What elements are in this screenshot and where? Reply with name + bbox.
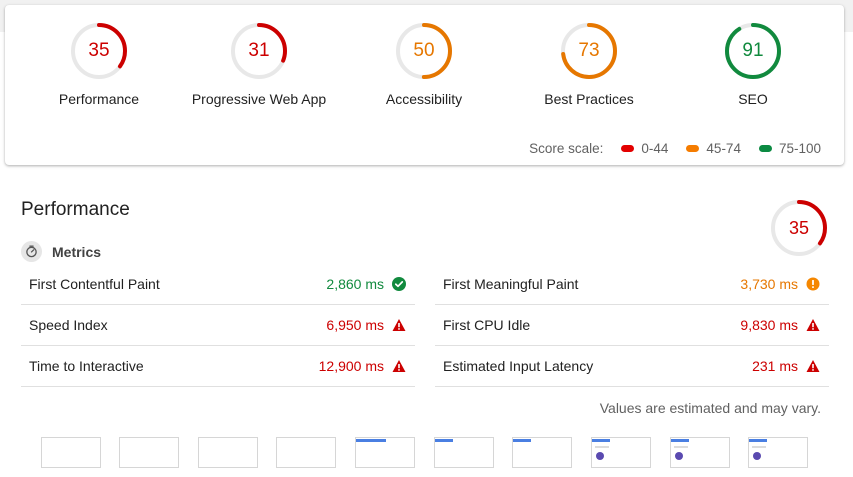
metric-name: Estimated Input Latency <box>443 358 594 374</box>
scale-range-text: 0-44 <box>641 141 669 156</box>
score-gauges: 35 Performance 31 Progressive Web App 50… <box>5 21 844 121</box>
gauge-label: Best Practices <box>544 91 634 107</box>
stopwatch-icon <box>21 241 42 262</box>
gauge-label: SEO <box>738 91 768 107</box>
metric-name: Time to Interactive <box>29 358 144 374</box>
warning-triangle-icon <box>392 360 406 372</box>
gauge-score: 31 <box>248 40 270 61</box>
metric-first-contentful-paint: First Contentful Paint 2,860 ms <box>21 264 415 305</box>
metric-value-group: 9,830 ms <box>740 317 820 333</box>
gauge-pwa[interactable]: 31 Progressive Web App <box>179 21 339 121</box>
gauge-seo[interactable]: 91 SEO <box>673 21 833 121</box>
filmstrip-frame[interactable] <box>748 437 808 468</box>
metric-value: 6,950 ms <box>326 317 384 333</box>
performance-score-gauge: 35 <box>769 198 829 258</box>
filmstrip-frame[interactable] <box>434 437 494 468</box>
warning-triangle-icon <box>806 319 820 331</box>
metric-name: First Contentful Paint <box>29 276 160 292</box>
score-scale-pass: 75-100 <box>758 141 821 156</box>
scale-dot-icon <box>686 145 700 152</box>
metric-value-group: 6,950 ms <box>326 317 406 333</box>
score-scale-fail: 0-44 <box>621 141 668 156</box>
metric-value-group: 2,860 ms <box>326 276 406 292</box>
gauge-ring: 35 <box>69 21 129 81</box>
metrics-header: Metrics <box>21 241 101 262</box>
metric-value: 3,730 ms <box>740 276 798 292</box>
filmstrip-frame[interactable] <box>591 437 651 468</box>
score-summary-card: 35 Performance 31 Progressive Web App 50… <box>5 5 844 165</box>
gauge-score: 50 <box>413 40 435 61</box>
metric-time-to-interactive: Time to Interactive 12,900 ms <box>21 346 415 387</box>
performance-section-title: Performance <box>21 199 130 220</box>
gauge-best-practices[interactable]: 73 Best Practices <box>509 21 669 121</box>
filmstrip-frame[interactable] <box>276 437 336 468</box>
scale-range-text: 45-74 <box>706 141 741 156</box>
filmstrip-frame[interactable] <box>670 437 730 468</box>
gauge-score: 35 <box>88 40 110 61</box>
gauge-score: 91 <box>742 40 764 61</box>
gauge-performance[interactable]: 35 Performance <box>19 21 179 121</box>
estimate-disclaimer: Values are estimated and may vary. <box>599 400 821 416</box>
gauge-ring: 73 <box>559 21 619 81</box>
metric-value-group: 231 ms <box>752 358 820 374</box>
filmstrip-frame[interactable] <box>119 437 179 468</box>
gauge-score: 35 <box>788 217 810 238</box>
score-scale-average: 45-74 <box>686 141 741 156</box>
metric-value: 2,860 ms <box>326 276 384 292</box>
gauge-score: 73 <box>578 40 600 61</box>
gauge-ring: 31 <box>229 21 289 81</box>
gauge-accessibility[interactable]: 50 Accessibility <box>344 21 504 121</box>
metric-value-group: 3,730 ms <box>740 276 820 292</box>
metrics-title: Metrics <box>52 243 102 260</box>
metric-value: 12,900 ms <box>318 358 384 374</box>
metric-value: 9,830 ms <box>740 317 798 333</box>
metric-first-cpu-idle: First CPU Idle 9,830 ms <box>435 305 829 346</box>
scale-range-text: 75-100 <box>778 141 821 156</box>
filmstrip-frame[interactable] <box>355 437 415 468</box>
warning-triangle-icon <box>806 360 820 372</box>
metric-name: First Meaningful Paint <box>443 276 579 292</box>
metric-first-meaningful-paint: First Meaningful Paint 3,730 ms <box>435 264 829 305</box>
gauge-ring: 50 <box>394 21 454 81</box>
metric-estimated-input-latency: Estimated Input Latency 231 ms <box>435 346 829 387</box>
metric-speed-index: Speed Index 6,950 ms <box>21 305 415 346</box>
metric-value: 231 ms <box>752 358 798 374</box>
score-scale: Score scale: 0-44 45-74 75-100 <box>529 141 821 156</box>
metric-value-group: 12,900 ms <box>319 358 406 374</box>
gauge-ring: 91 <box>723 21 783 81</box>
metric-name: Speed Index <box>29 317 108 333</box>
gauge-label: Accessibility <box>385 91 463 107</box>
scale-dot-icon <box>621 145 635 152</box>
gauge-label: Performance <box>58 91 140 107</box>
info-circle-icon <box>806 277 820 291</box>
score-scale-label: Score scale: <box>529 141 604 156</box>
gauge-label: Progressive Web App <box>191 91 327 107</box>
filmstrip-frame[interactable] <box>198 437 258 468</box>
filmstrip-frame[interactable] <box>512 437 572 468</box>
warning-triangle-icon <box>392 319 406 331</box>
filmstrip-frame[interactable] <box>41 437 101 468</box>
check-circle-icon <box>392 277 406 291</box>
scale-dot-icon <box>758 145 772 152</box>
metric-name: First CPU Idle <box>443 317 531 333</box>
